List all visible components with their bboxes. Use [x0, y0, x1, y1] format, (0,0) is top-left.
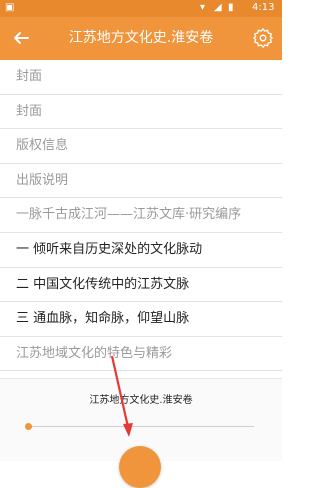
app-bar: 江苏地方文化史.淮安卷	[0, 17, 282, 60]
toc-item[interactable]: 二 中国文化传统中的江苏文脉	[0, 268, 282, 303]
status-bar: ▣ ▾ ◢ ▮ 4:13	[0, 0, 282, 17]
toc-item[interactable]: 江苏地域文化的特色与精彩	[0, 337, 282, 372]
table-of-contents: 封面 封面 版权信息 出版说明 一脉千古成江河——江苏文库·研究编序 一 倾听来…	[0, 60, 282, 372]
battery-icon: ▮	[228, 2, 234, 13]
progress-slider-track[interactable]	[28, 426, 254, 427]
signal-icon: ◢	[214, 2, 222, 13]
toc-item[interactable]: 封面	[0, 95, 282, 130]
status-time: 4:13	[252, 2, 275, 13]
toc-item[interactable]: 出版说明	[0, 164, 282, 199]
notification-icon: ▣	[5, 2, 15, 13]
wifi-icon: ▾	[200, 2, 206, 13]
page-title: 江苏地方文化史.淮安卷	[68, 30, 214, 46]
floating-action-button[interactable]	[119, 446, 161, 488]
toc-item[interactable]: 版权信息	[0, 129, 282, 164]
progress-slider-thumb[interactable]	[24, 423, 32, 430]
gear-icon[interactable]	[252, 27, 274, 49]
toc-item[interactable]: 三 通血脉，知命脉，仰望山脉	[0, 302, 282, 337]
back-arrow-icon[interactable]	[9, 26, 33, 50]
toc-item[interactable]: 封面	[0, 60, 282, 95]
toc-item[interactable]: 一 倾听来自历史深处的文化脉动	[0, 233, 282, 268]
book-name: 江苏地方文化史.淮安卷	[89, 395, 193, 406]
toc-item[interactable]: 一脉千古成江河——江苏文库·研究编序	[0, 198, 282, 233]
